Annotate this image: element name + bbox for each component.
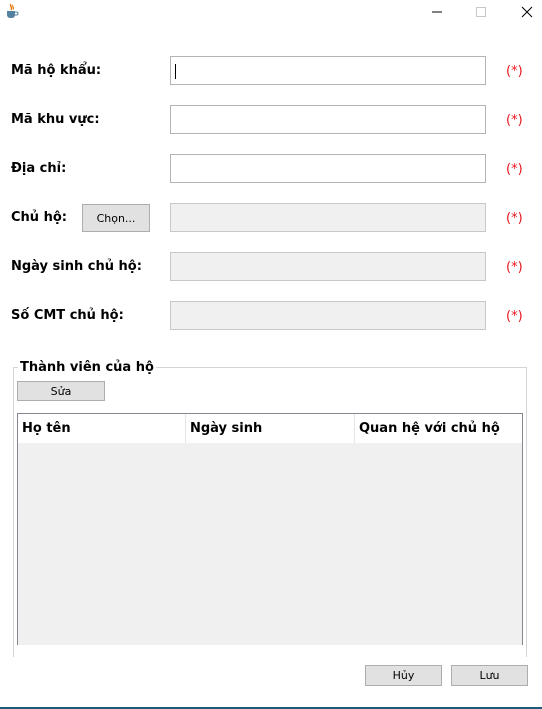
required-marker: (*) — [506, 162, 523, 177]
close-button[interactable] — [512, 0, 542, 24]
dia-chi-label: Địa chỉ: — [11, 161, 67, 176]
members-table[interactable]: Họ tên Ngày sinh Quan hệ với chủ hộ — [17, 413, 523, 645]
edit-member-button[interactable]: Sửa — [17, 381, 105, 401]
ma-khu-vuc-label: Mã khu vực: — [11, 112, 100, 127]
required-marker: (*) — [506, 260, 523, 275]
members-group-title: Thành viên của hộ — [18, 360, 156, 376]
maximize-button[interactable] — [466, 0, 496, 24]
members-table-header: Họ tên Ngày sinh Quan hệ với chủ hộ — [18, 414, 522, 443]
ma-khu-vuc-input[interactable] — [170, 105, 486, 134]
column-header-ngay-sinh[interactable]: Ngày sinh — [186, 414, 355, 443]
so-cmt-chu-ho-label: Số CMT chủ hộ: — [11, 308, 124, 323]
column-header-ho-ten[interactable]: Họ tên — [18, 414, 186, 443]
required-marker: (*) — [506, 113, 523, 128]
required-marker: (*) — [506, 64, 523, 79]
column-header-quan-he[interactable]: Quan hệ với chủ hộ — [355, 414, 522, 443]
ma-ho-khau-input[interactable] — [170, 56, 486, 85]
save-button[interactable]: Lưu — [451, 665, 528, 686]
required-marker: (*) — [506, 211, 523, 226]
chu-ho-field — [170, 203, 486, 232]
close-icon — [521, 6, 533, 18]
required-marker: (*) — [506, 309, 523, 324]
java-cup-icon — [4, 3, 20, 19]
maximize-icon — [476, 7, 486, 17]
ma-ho-khau-label: Mã hộ khẩu: — [11, 63, 102, 78]
cancel-button[interactable]: Hủy — [365, 665, 442, 686]
minimize-icon — [432, 11, 442, 13]
minimize-button[interactable] — [422, 0, 452, 24]
ngay-sinh-chu-ho-label: Ngày sinh chủ hộ: — [11, 259, 142, 274]
text-caret — [175, 64, 176, 79]
chu-ho-label: Chủ hộ: — [11, 210, 67, 225]
dia-chi-input[interactable] — [170, 154, 486, 183]
choose-owner-button[interactable]: Chọn... — [82, 204, 150, 232]
so-cmt-chu-ho-field — [170, 301, 486, 330]
ngay-sinh-chu-ho-field — [170, 252, 486, 281]
